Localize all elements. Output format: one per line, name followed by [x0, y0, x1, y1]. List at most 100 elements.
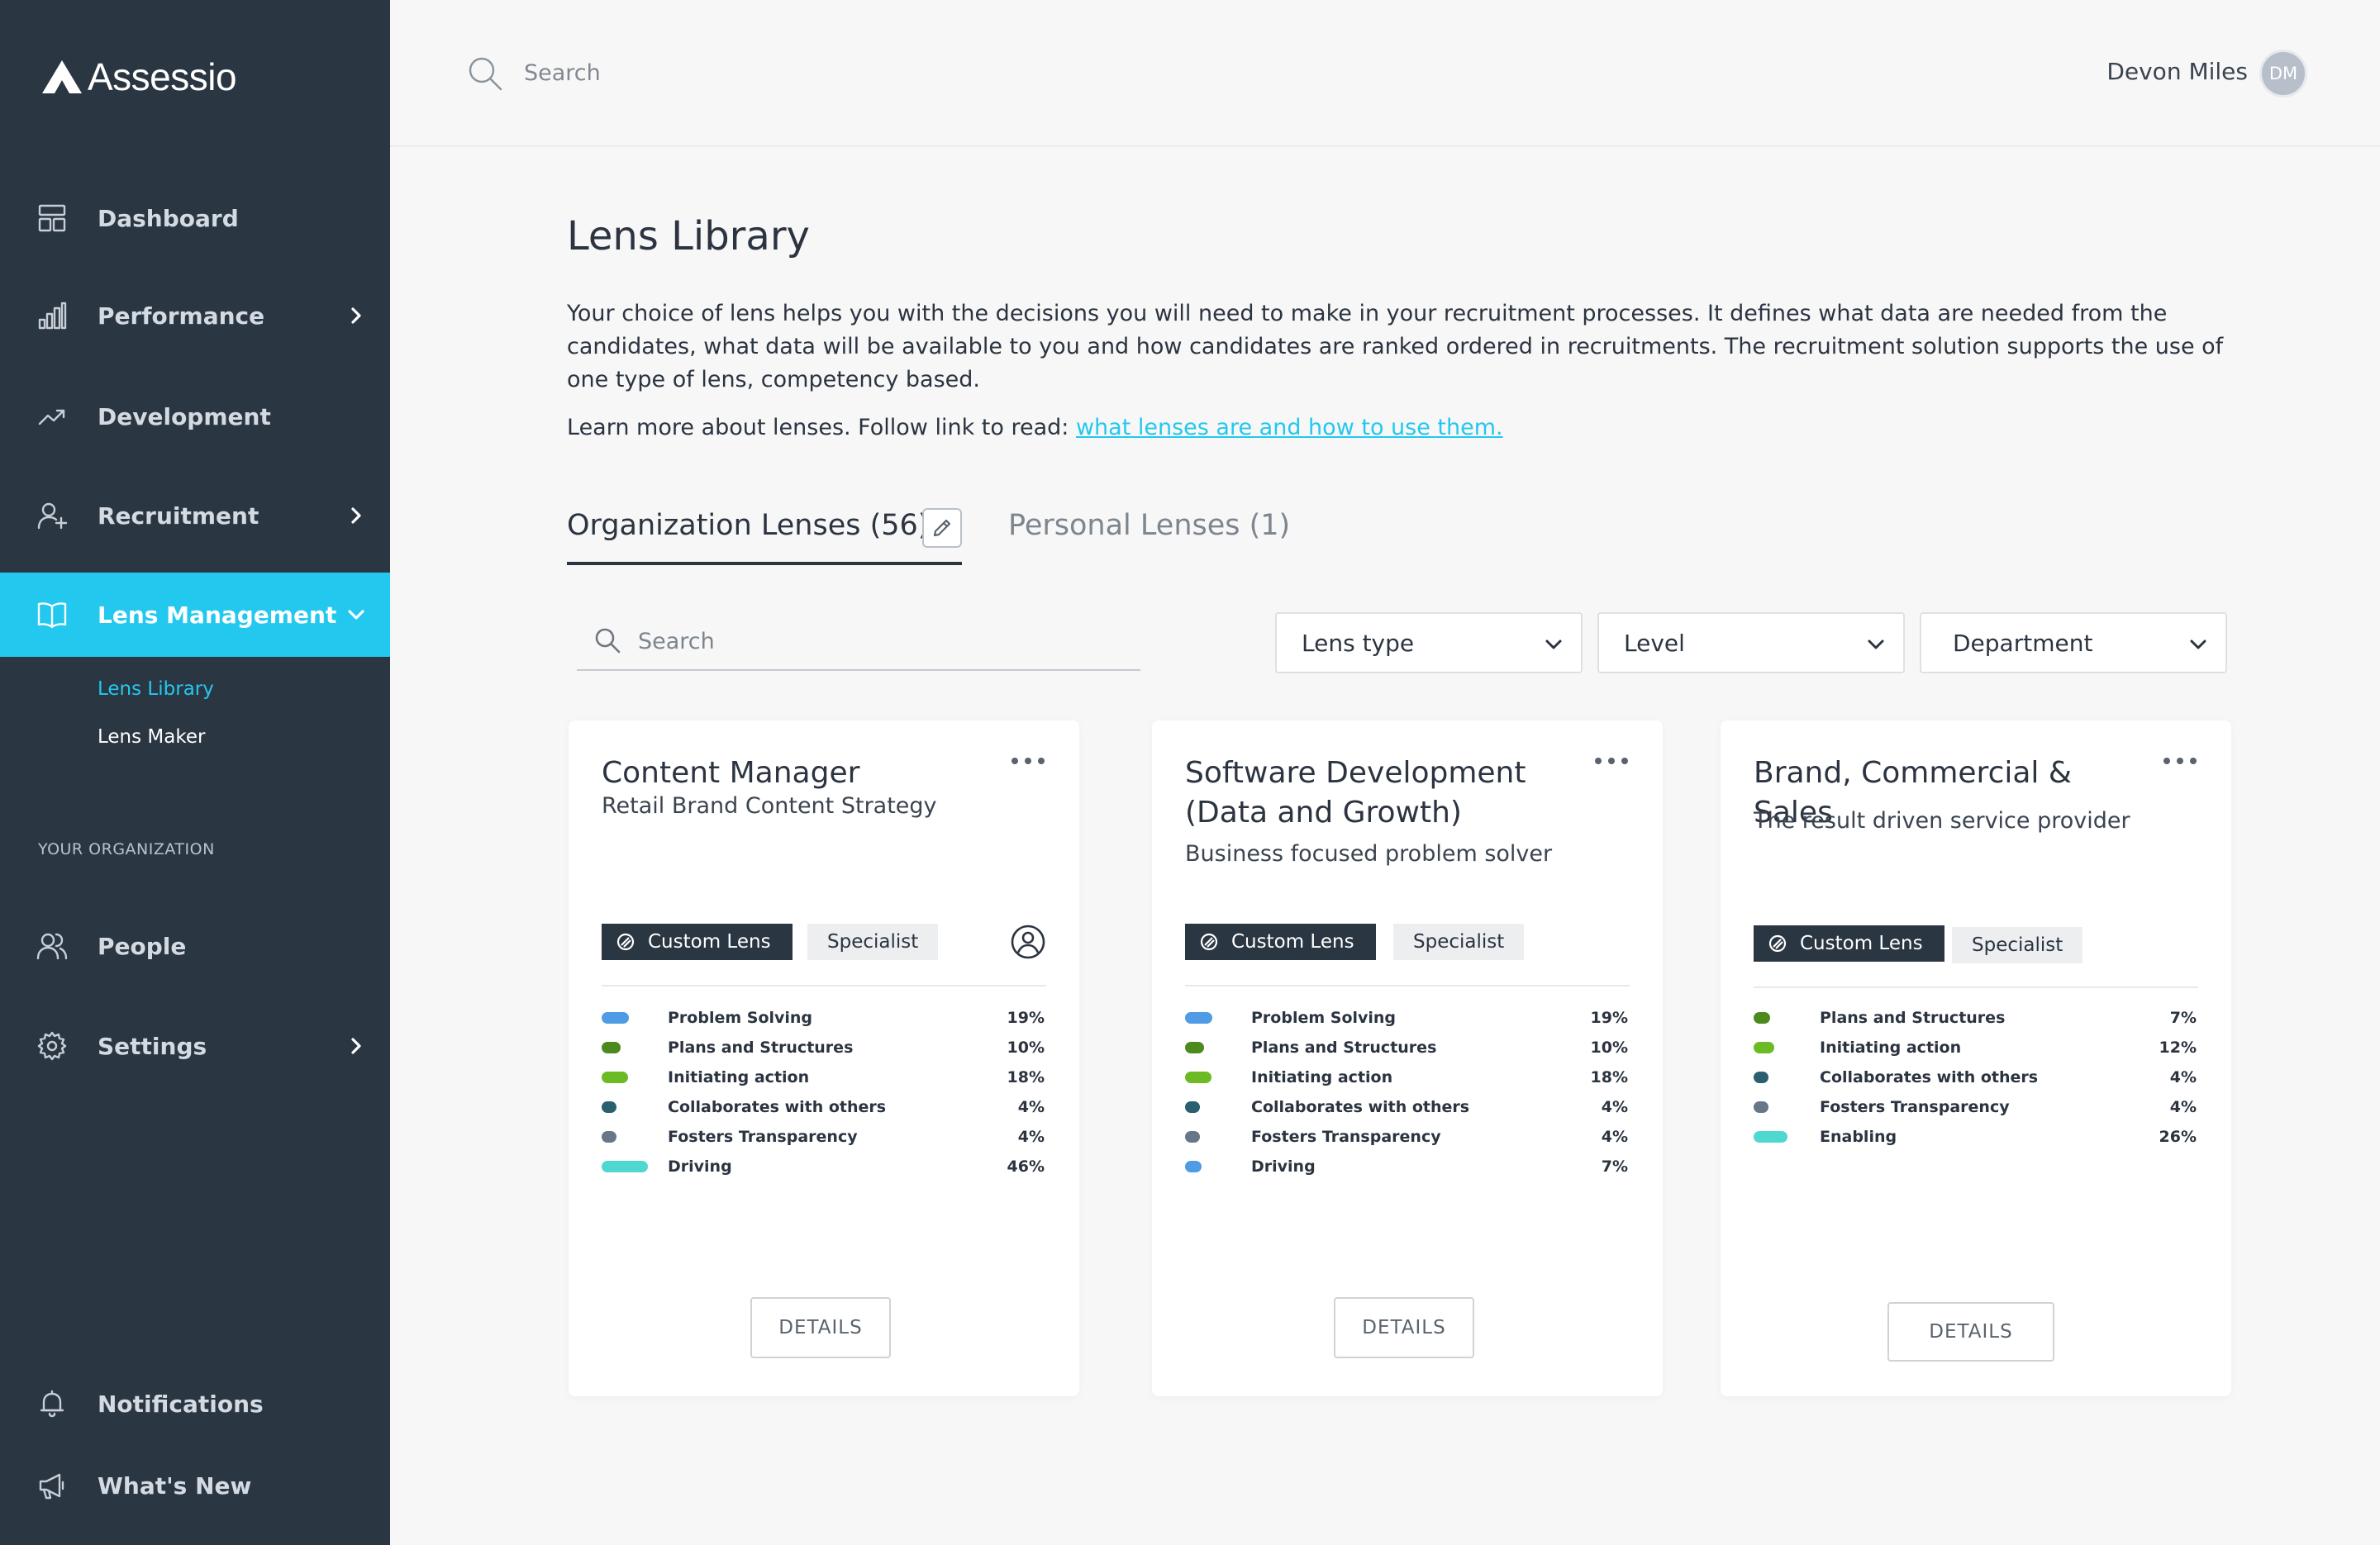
- tag-label: Custom Lens: [648, 931, 771, 953]
- assessio-logo-icon: [42, 60, 82, 93]
- sidebar-item-label: Settings: [98, 1032, 207, 1060]
- competency-name: Fosters Transparency: [1251, 1128, 1441, 1146]
- card-subtitle: The result driven service provider: [1754, 808, 2130, 834]
- custom-lens-tag: Custom Lens: [1185, 924, 1376, 960]
- level-select[interactable]: Level: [1597, 612, 1905, 673]
- competency-row: Fosters Transparency 4%: [1754, 1092, 2197, 1122]
- competency-percent: 10%: [1007, 1039, 1045, 1057]
- global-search-input[interactable]: [524, 51, 937, 94]
- divider: [1754, 986, 2198, 988]
- tag-label: Custom Lens: [1800, 933, 1923, 954]
- lens-icon: [1768, 934, 1787, 953]
- people-icon: [36, 930, 68, 962]
- competency-name: Plans and Structures: [1251, 1039, 1437, 1057]
- sidebar-item-label: What's New: [98, 1471, 252, 1500]
- competency-name: Plans and Structures: [1820, 1009, 2006, 1027]
- competency-row: Initiating action 12%: [1754, 1033, 2197, 1062]
- learn-more-label: Learn more about lenses. Follow link to …: [567, 415, 1076, 440]
- card-subtitle: Business focused problem solver: [1185, 841, 1553, 867]
- sidebar-item-recruitment[interactable]: Recruitment: [0, 473, 390, 558]
- competency-percent: 12%: [2159, 1039, 2197, 1057]
- competency-name: Fosters Transparency: [1820, 1098, 2010, 1116]
- sidebar-item-dashboard[interactable]: Dashboard: [0, 176, 390, 260]
- sidebar-item-label: Development: [98, 402, 271, 430]
- lens-type-select[interactable]: Lens type: [1275, 612, 1583, 673]
- edit-button[interactable]: [922, 508, 962, 548]
- lens-icon: [1200, 933, 1218, 951]
- sidebar-item-development[interactable]: Development: [0, 374, 390, 459]
- pencil-icon: [933, 519, 951, 537]
- competency-percent: 4%: [1017, 1128, 1045, 1146]
- competency-percent: 4%: [1017, 1098, 1045, 1116]
- competency-bar: [1754, 1012, 1770, 1024]
- competency-row: Initiating action 18%: [1185, 1062, 1628, 1092]
- details-button[interactable]: DETAILS: [1334, 1297, 1474, 1358]
- competency-bar: [602, 1131, 616, 1143]
- intro-text: Your choice of lens helps you with the d…: [567, 301, 2224, 392]
- page-title: Lens Library: [567, 213, 810, 259]
- competency-row: Initiating action 18%: [602, 1062, 1045, 1092]
- card-title: Content Manager: [602, 756, 860, 790]
- competency-bar: [1754, 1072, 1768, 1083]
- section-label-organization: YOUR ORGANIZATION: [38, 840, 215, 858]
- learn-more-text: Learn more about lenses. Follow link to …: [567, 415, 1503, 440]
- megaphone-icon: [36, 1470, 68, 1501]
- competency-bar: [602, 1101, 616, 1113]
- user-name[interactable]: Devon Miles: [2106, 58, 2248, 85]
- learn-more-link[interactable]: what lenses are and how to use them.: [1076, 415, 1503, 440]
- sidebar-item-label: Performance: [98, 302, 265, 330]
- competency-name: Driving: [1251, 1158, 1316, 1176]
- more-options-icon[interactable]: [2163, 753, 2197, 768]
- more-options-icon[interactable]: [1595, 753, 1628, 768]
- sidebar-item-people[interactable]: People: [0, 904, 390, 988]
- details-button[interactable]: DETAILS: [750, 1297, 891, 1358]
- competency-name: Initiating action: [668, 1068, 810, 1086]
- app-logo[interactable]: Assessio: [40, 55, 237, 99]
- divider: [1185, 985, 1630, 986]
- tab-personal-lenses[interactable]: Personal Lenses (1): [1008, 509, 1290, 542]
- lens-icon: [616, 933, 635, 951]
- competency-bar: [1185, 1042, 1204, 1053]
- competency-percent: 4%: [1601, 1128, 1628, 1146]
- search-icon[interactable]: [466, 55, 504, 93]
- sidebar-item-label: Lens Management: [98, 601, 337, 629]
- card-subtitle: Retail Brand Content Strategy: [602, 793, 937, 819]
- competency-percent: 7%: [2169, 1009, 2197, 1027]
- competency-percent: 7%: [1601, 1158, 1628, 1176]
- sidebar-item-settings[interactable]: Settings: [0, 1004, 390, 1088]
- competency-row: Collaborates with others 4%: [602, 1092, 1045, 1122]
- lens-search-input[interactable]: [638, 623, 1117, 659]
- competency-percent: 4%: [2169, 1098, 2197, 1116]
- card-title: Software Development (Data and Growth): [1185, 756, 1526, 830]
- details-button[interactable]: DETAILS: [1887, 1302, 2054, 1362]
- competency-row: Collaborates with others 4%: [1185, 1092, 1628, 1122]
- department-select[interactable]: Department: [1920, 612, 2227, 673]
- sidebar-subitem-lens-maker[interactable]: Lens Maker: [98, 726, 205, 748]
- custom-lens-tag: Custom Lens: [602, 924, 793, 960]
- sidebar-item-label: Dashboard: [98, 204, 239, 232]
- competency-bar: [1754, 1042, 1775, 1053]
- chevron-down-icon: [345, 604, 367, 625]
- competency-name: Plans and Structures: [668, 1039, 854, 1057]
- competency-name: Problem Solving: [668, 1009, 813, 1027]
- sidebar-subitem-lens-library[interactable]: Lens Library: [98, 678, 214, 700]
- sidebar-item-lens-management[interactable]: Lens Management: [0, 573, 390, 657]
- avatar[interactable]: DM: [2259, 50, 2307, 97]
- sidebar-item-whats-new[interactable]: What's New: [0, 1443, 390, 1528]
- competency-row: Fosters Transparency 4%: [1185, 1122, 1628, 1152]
- competency-name: Collaborates with others: [668, 1098, 887, 1116]
- competency-name: Fosters Transparency: [668, 1128, 858, 1146]
- competency-bar: [1185, 1161, 1202, 1172]
- competency-name: Initiating action: [1251, 1068, 1393, 1086]
- bell-icon: [36, 1388, 68, 1419]
- sidebar-item-performance[interactable]: Performance: [0, 273, 390, 358]
- competency-bar: [602, 1161, 648, 1172]
- competency-bar: [602, 1012, 629, 1024]
- app-name: Assessio: [88, 55, 237, 98]
- more-options-icon[interactable]: [1011, 753, 1045, 768]
- competency-percent: 19%: [1590, 1009, 1628, 1027]
- chevron-right-icon: [345, 505, 367, 526]
- tab-organization-lenses[interactable]: Organization Lenses (56): [567, 509, 929, 542]
- tag-label: Custom Lens: [1231, 931, 1354, 953]
- sidebar-item-notifications[interactable]: Notifications: [0, 1362, 390, 1446]
